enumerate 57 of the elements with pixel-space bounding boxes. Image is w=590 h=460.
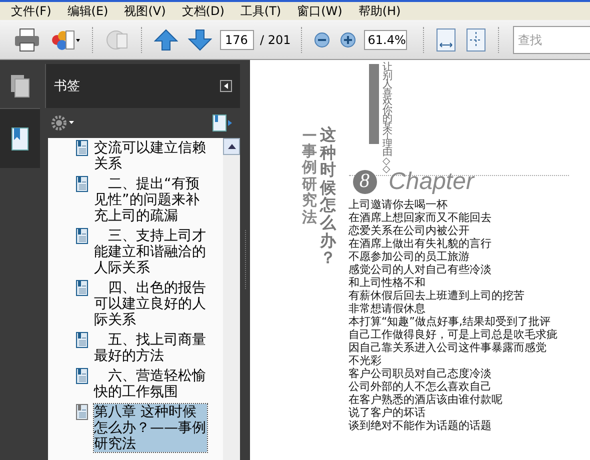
- bookmark-icon: [76, 280, 88, 296]
- bookmark-icon: [76, 404, 88, 420]
- text-line: 非常想请假休息: [348, 302, 427, 314]
- text-line: 恋爱关系在公司内被公开: [348, 224, 471, 236]
- menu-item[interactable]: 视图(V): [117, 2, 173, 20]
- page-total: / 201: [260, 32, 291, 46]
- text-line: 因自己靠关系进入公司这件事暴露而感觉: [348, 340, 548, 354]
- bookmark-options-icon[interactable]: [212, 114, 234, 132]
- settings-icon[interactable]: [51, 115, 75, 131]
- text-line: 在酒席上想回家而又不能回去: [348, 210, 493, 224]
- menu-item[interactable]: 编辑(E): [60, 2, 116, 20]
- page-subtitle: —事例研究法: [302, 126, 318, 228]
- bookmark-item[interactable]: 交流可以建立信赖关系: [94, 140, 207, 172]
- text-line: 公司外部的人不怎么喜欢自己: [348, 380, 493, 392]
- scroll-up-button[interactable]: [223, 138, 240, 155]
- bookmark-item[interactable]: 五、找上司商量最好的方法: [94, 332, 207, 364]
- triangle-up-icon: [228, 144, 236, 149]
- menu-item[interactable]: 文档(D): [174, 2, 232, 20]
- menu-item[interactable]: 窗口(W): [290, 2, 350, 20]
- chapter-number: 8: [352, 170, 377, 194]
- panel-title: 书签: [54, 78, 80, 95]
- text-line: 客户公司职员对自己态度冷淡: [348, 366, 493, 380]
- search-field[interactable]: 查找: [512, 26, 590, 54]
- text-line: 感觉公司的人对自己有些冷淡: [348, 262, 493, 276]
- text-line: 说了客户的坏话: [348, 406, 427, 418]
- bookmark-icon: [76, 228, 88, 244]
- bookmark-item[interactable]: 第八章 这种时候怎么办？——事例研究法: [94, 404, 207, 452]
- bookmark-icon: [76, 332, 88, 348]
- menu-item[interactable]: 工具(T): [233, 2, 288, 20]
- pages-icon: [10, 74, 30, 98]
- bookmark-icon: [76, 368, 88, 384]
- text-line: 在客户熟悉的酒店该由谁付款呢: [348, 392, 504, 406]
- resize-grip-icon[interactable]: [244, 230, 246, 290]
- zoom-field[interactable]: 61.4%: [364, 30, 407, 50]
- bookmark-item[interactable]: 二、提出“有预见性”的问题来补充上司的疏漏: [94, 176, 207, 224]
- text-line: 有薪休假后回去上班遭到上司的挖苦: [348, 288, 526, 302]
- bookmark-item[interactable]: 六、营造轻松愉快的工作氛围: [94, 368, 207, 400]
- collapse-button[interactable]: [220, 80, 232, 92]
- menu-item[interactable]: 帮助(H): [351, 2, 408, 20]
- bookmark-icon: [11, 126, 29, 150]
- triangle-left-icon: [224, 83, 228, 89]
- text-line: 不愿参加公司的员工旅游: [348, 250, 471, 262]
- bookmark-item[interactable]: 四、出色的报告可以建立良好的人际关系: [94, 280, 207, 328]
- text-line: 和上司性格不和: [348, 276, 427, 288]
- page-number-field[interactable]: 176: [220, 30, 254, 50]
- page-title: 这种时候怎么办？: [320, 126, 337, 270]
- text-line: 谈到绝对不能作为话题的话题: [348, 418, 493, 432]
- text-line: 自己工作做得良好，可是上司总是吹毛求疵: [348, 328, 559, 340]
- menu-item[interactable]: 文件(F): [4, 2, 58, 20]
- text-line: 不光彩: [348, 354, 383, 366]
- text-line: 上司邀请你去喝一杯: [348, 198, 449, 210]
- bookmark-item[interactable]: 三、支持上司才能建立和谐融洽的人际关系: [94, 228, 207, 276]
- bookmark-icon: [76, 176, 88, 192]
- text-line: 本打算“知趣”做点好事,结果却受到了批评: [348, 314, 552, 328]
- bookmarks-tab[interactable]: [0, 108, 40, 168]
- bookmark-icon: [76, 140, 88, 156]
- text-line: 在酒席上做出有失礼貌的言行: [348, 236, 493, 250]
